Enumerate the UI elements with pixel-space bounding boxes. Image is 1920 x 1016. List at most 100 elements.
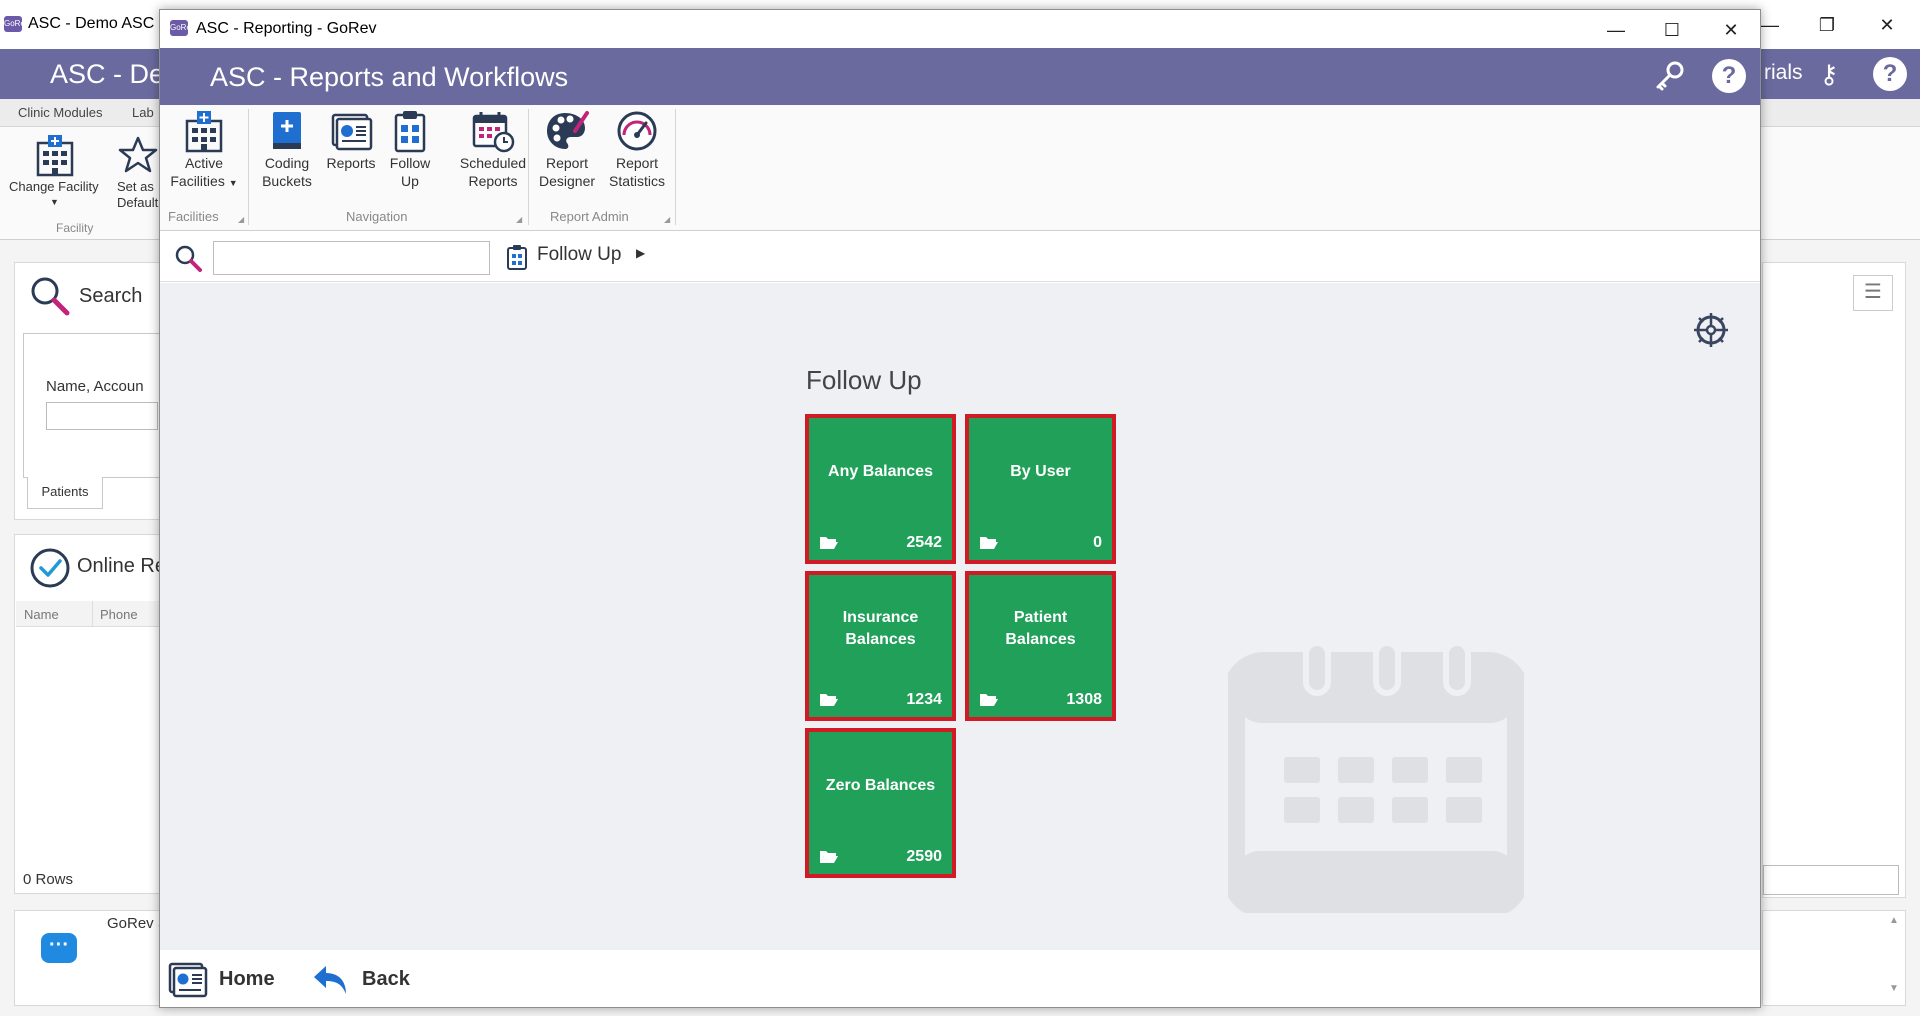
tile-label: By User [1010, 463, 1071, 480]
reports-button[interactable]: Reports [316, 109, 386, 201]
chat-icon[interactable]: ··· [41, 933, 77, 963]
navigation-group-label: Navigation [346, 209, 408, 224]
name-account-input[interactable] [46, 402, 158, 430]
name-account-label: Name, Accoun [46, 378, 144, 395]
book-plus-icon [273, 112, 301, 149]
scheduled-reports-button[interactable]: Scheduled Reports [450, 109, 536, 201]
star-icon[interactable] [118, 135, 158, 175]
key-icon[interactable]: ⚷ [1812, 57, 1846, 91]
tile-label: Insurance Balances [842, 609, 919, 648]
report-designer-label-1: Report [545, 155, 589, 171]
column-divider [92, 601, 93, 627]
clipboard-icon [507, 245, 527, 270]
right-panel: ☰ [1762, 262, 1906, 898]
scheduled-reports-label-2: Reports [468, 173, 518, 189]
palette-icon [547, 111, 589, 149]
help-icon[interactable]: ? [1873, 57, 1907, 91]
back-label: Back [362, 968, 410, 990]
online-panel-title: Online Re [77, 555, 166, 577]
group-expander-icon[interactable]: ◢ [516, 215, 522, 224]
group-expander-icon[interactable]: ◢ [664, 215, 670, 224]
calendar-clock-icon [472, 112, 515, 153]
restore-icon[interactable]: ❐ [1813, 13, 1841, 37]
ribbon-separator [528, 109, 529, 225]
window-title-bar: GoRev ASC - Reporting - GoRev — ☐ ✕ [160, 10, 1760, 48]
online-grid-header: Name Phone [16, 601, 164, 627]
building-icon[interactable] [34, 133, 76, 177]
reports-icon [331, 113, 373, 151]
search-bar: Follow Up ▶ [160, 232, 1760, 282]
report-admin-group-label: Report Admin [550, 209, 629, 224]
online-panel: Online Re Name Phone 0 Rows [14, 534, 166, 894]
folder-open-icon [820, 851, 838, 863]
column-name[interactable]: Name [24, 607, 59, 622]
ribbon: Active Facilities ▼ Facilities ◢ Coding … [160, 105, 1760, 231]
tile-count: 2542 [906, 534, 942, 551]
tab-patients[interactable]: Patients [27, 477, 103, 509]
report-statistics-button[interactable]: Report Statistics [604, 109, 670, 201]
app-header: ASC - Reports and Workflows ? [160, 48, 1760, 105]
tile-label: Any Balances [828, 463, 933, 480]
scroll-down-icon[interactable]: ▼ [1889, 983, 1899, 994]
group-expander-icon[interactable]: ◢ [238, 215, 244, 224]
folder-open-icon [820, 694, 838, 706]
gear-icon[interactable] [1692, 311, 1730, 349]
tile-by-user[interactable]: By User 0 [965, 414, 1116, 564]
column-phone[interactable]: Phone [100, 607, 138, 622]
breadcrumb[interactable]: Follow Up [537, 244, 621, 266]
right-chat-panel: ▲ ▼ [1762, 910, 1906, 1006]
search-icon [31, 277, 70, 316]
tile-label: Patient Balances [1005, 609, 1076, 648]
report-designer-button[interactable]: Report Designer [534, 109, 600, 201]
close-icon[interactable]: ✕ [1873, 13, 1901, 37]
facility-group-label: Facility [56, 221, 94, 235]
facilities-group-label: Facilities [168, 209, 219, 224]
folder-open-icon [980, 694, 998, 706]
search-input[interactable] [213, 241, 490, 275]
window-title: ASC - Reporting - GoRev [196, 20, 377, 37]
home-button[interactable]: Home [168, 960, 298, 1000]
folder-open-icon [820, 537, 838, 549]
tile-insurance-balances[interactable]: Insurance Balances 1234 [805, 571, 956, 721]
search-panel-title: Search [79, 285, 143, 307]
app-logo-icon: GoRev [4, 16, 29, 32]
tab-lab[interactable]: Lab [132, 105, 154, 120]
set-as-default-button[interactable]: Set as Default [117, 179, 159, 213]
report-statistics-label-2: Statistics [608, 173, 665, 189]
folder-open-icon [980, 537, 998, 549]
coding-buckets-label-1: Coding [264, 155, 310, 171]
reports-label: Reports [326, 155, 376, 171]
active-facilities-label-2: Facilities ▼ [170, 173, 238, 189]
scroll-up-icon[interactable]: ▲ [1889, 915, 1899, 926]
active-facilities-label-1: Active [184, 155, 224, 171]
chat-panel: ··· GoRev S [14, 910, 168, 1006]
dropdown-arrow-icon: ▼ [50, 197, 59, 207]
active-facilities-button[interactable]: Active Facilities ▼ [164, 109, 244, 201]
chevron-right-icon[interactable]: ▶ [636, 246, 645, 260]
tile-patient-balances[interactable]: Patient Balances 1308 [965, 571, 1116, 721]
search-icon[interactable] [174, 244, 202, 272]
report-statistics-label-1: Report [615, 155, 659, 171]
tile-count: 1308 [1066, 691, 1102, 708]
tile-zero-balances[interactable]: Zero Balances 2590 [805, 728, 956, 878]
search-form: Name, Accoun [23, 333, 165, 478]
minimize-icon[interactable]: — [1598, 16, 1634, 44]
row-count: 0 Rows [23, 871, 74, 888]
right-panel-input[interactable] [1763, 865, 1899, 895]
hamburger-menu-icon[interactable]: ☰ [1853, 275, 1893, 311]
back-button[interactable]: Back [312, 960, 422, 1000]
tab-clinic-modules[interactable]: Clinic Modules [18, 105, 103, 120]
home-label: Home [219, 968, 275, 990]
checkmark-circle-icon [30, 548, 70, 588]
footer-bar: Home Back [160, 950, 1760, 1007]
close-icon[interactable]: ✕ [1713, 16, 1749, 44]
background-header-right-text: rials [1764, 61, 1803, 84]
help-icon[interactable]: ? [1712, 59, 1746, 93]
coding-buckets-button[interactable]: Coding Buckets [252, 109, 322, 201]
follow-up-button[interactable]: Follow Up [378, 109, 442, 201]
section-title: Follow Up [806, 365, 922, 395]
maximize-icon[interactable]: ☐ [1654, 16, 1690, 44]
change-facility-button[interactable]: Change Facility [9, 179, 99, 194]
key-icon[interactable] [1653, 59, 1687, 93]
tile-any-balances[interactable]: Any Balances 2542 [805, 414, 956, 564]
